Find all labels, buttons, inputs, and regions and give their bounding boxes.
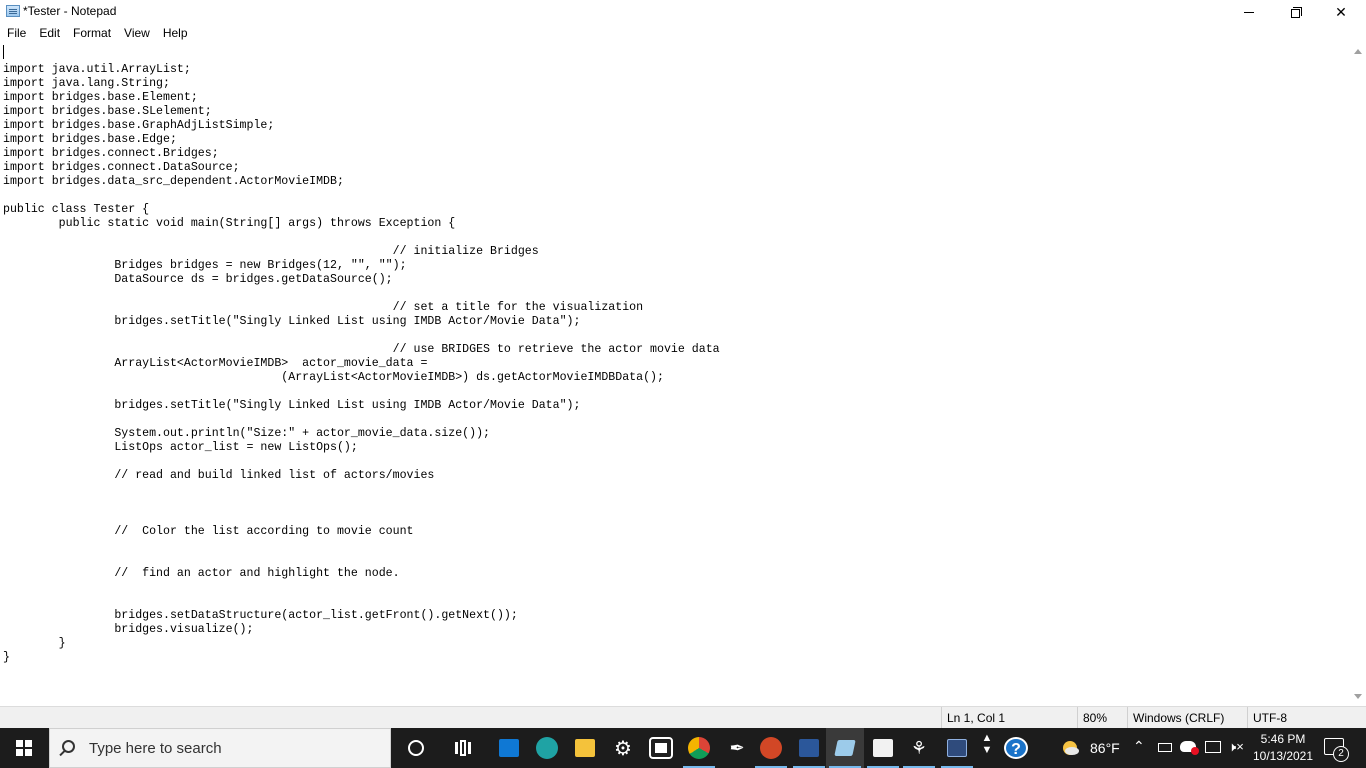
store-icon[interactable]: [642, 728, 680, 768]
scroll-up-icon[interactable]: [1354, 49, 1362, 54]
inkscape-icon[interactable]: ✒: [718, 728, 756, 768]
line-ending: Windows (CRLF): [1127, 707, 1247, 729]
notification-count-badge: 2: [1333, 746, 1349, 762]
network-icon[interactable]: [1205, 741, 1221, 753]
weather-sun-icon[interactable]: [1060, 738, 1080, 758]
edge-icon[interactable]: [528, 728, 566, 768]
volume-muted-icon[interactable]: 🕨×: [1228, 739, 1244, 755]
close-icon: ✕: [1335, 3, 1347, 20]
cursor-position: Ln 1, Col 1: [941, 707, 1076, 729]
minimize-icon: [1244, 11, 1254, 13]
cortana-icon[interactable]: [397, 728, 435, 768]
mail-icon[interactable]: [490, 728, 528, 768]
editor-content[interactable]: import java.util.ArrayList; import java.…: [3, 49, 720, 665]
notepad-app-icon: [6, 5, 20, 17]
taskbar-search-box[interactable]: Type here to search: [49, 728, 391, 768]
taskbar: Type here to search ⚙ ✒ ⚘ ▲ ▼ ? 86°F ⌃ 🕨×…: [0, 728, 1366, 768]
notepad-icon[interactable]: [826, 728, 864, 768]
chrome-icon[interactable]: [680, 728, 718, 768]
menu-edit[interactable]: Edit: [39, 24, 60, 43]
word-icon[interactable]: [790, 728, 828, 768]
window-title: *Tester - Notepad: [23, 4, 117, 18]
menu-file[interactable]: File: [7, 24, 26, 43]
powerpoint-icon[interactable]: [752, 728, 790, 768]
java-app-icon[interactable]: [864, 728, 902, 768]
git-icon[interactable]: ⚘: [900, 728, 938, 768]
help-icon[interactable]: ?: [1004, 737, 1028, 759]
system-clock[interactable]: 5:46 PM 10/13/2021: [1250, 731, 1316, 765]
battery-icon[interactable]: [1158, 743, 1172, 752]
scroll-down-icon[interactable]: [1354, 694, 1362, 699]
close-button[interactable]: ✕: [1318, 0, 1364, 24]
minimize-button[interactable]: [1226, 0, 1272, 24]
network-tool-icon[interactable]: [938, 728, 976, 768]
windows-logo-icon: [16, 740, 32, 756]
clock-date: 10/13/2021: [1252, 749, 1314, 763]
onedrive-icon[interactable]: [1180, 741, 1199, 755]
clock-time: 5:46 PM: [1260, 732, 1306, 746]
show-hidden-icons-icon[interactable]: ⌃: [1133, 738, 1145, 755]
settings-icon[interactable]: ⚙: [604, 728, 642, 768]
menu-format[interactable]: Format: [73, 24, 111, 43]
search-icon: [62, 740, 75, 753]
restore-icon: [1290, 6, 1302, 18]
task-view-icon[interactable]: [444, 728, 482, 768]
taskbar-scroll-icon[interactable]: ▲ ▼: [980, 728, 994, 768]
encoding: UTF-8: [1247, 707, 1366, 729]
weather-temperature[interactable]: 86°F: [1090, 740, 1120, 756]
restore-button[interactable]: [1272, 0, 1318, 24]
menu-bar: File Edit Format View Help: [0, 24, 1366, 43]
status-bar: Ln 1, Col 1 80% Windows (CRLF) UTF-8: [0, 706, 1366, 729]
search-placeholder: Type here to search: [89, 740, 222, 757]
text-editor[interactable]: import java.util.ArrayList; import java.…: [0, 43, 1350, 706]
menu-view[interactable]: View: [124, 24, 150, 43]
start-button[interactable]: [0, 728, 48, 768]
file-explorer-icon[interactable]: [566, 728, 604, 768]
vertical-scrollbar[interactable]: [1350, 43, 1366, 706]
title-bar[interactable]: *Tester - Notepad ✕: [0, 0, 1366, 24]
zoom-level: 80%: [1077, 707, 1127, 729]
menu-help[interactable]: Help: [163, 24, 188, 43]
